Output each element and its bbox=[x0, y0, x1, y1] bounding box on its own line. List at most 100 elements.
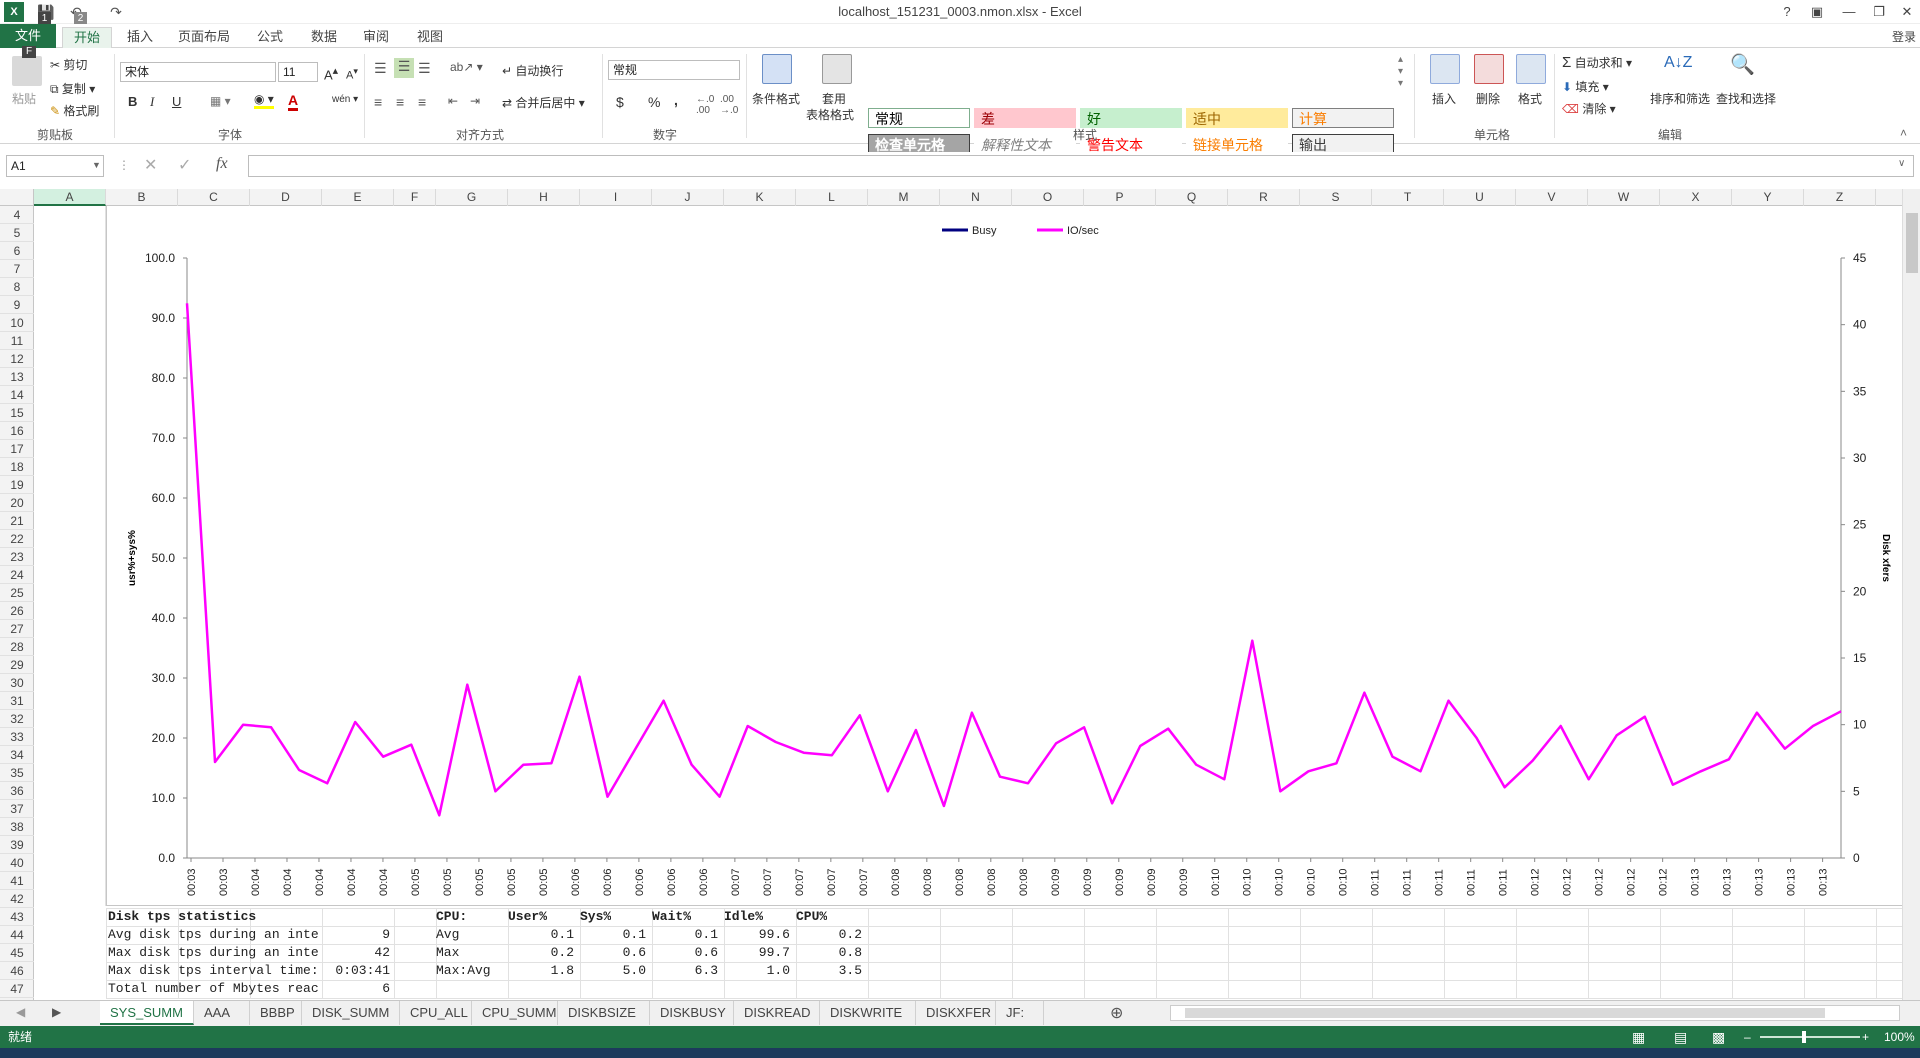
page-break-view-icon[interactable]: ▩ bbox=[1712, 1026, 1725, 1048]
column-header-S[interactable]: S bbox=[1300, 189, 1372, 206]
phonetic-icon[interactable]: wén ▾ bbox=[332, 94, 358, 105]
sheet-tab[interactable]: JF: ... bbox=[996, 1001, 1044, 1044]
sheet-tab[interactable]: DISKWRITE bbox=[820, 1001, 916, 1025]
table-format-line1[interactable]: 套用 bbox=[822, 90, 846, 107]
increase-indent-icon[interactable]: ⇥ bbox=[470, 94, 480, 108]
row-header-4[interactable]: 4 bbox=[0, 206, 34, 224]
column-header-G[interactable]: G bbox=[436, 189, 508, 206]
comma-button[interactable]: , bbox=[674, 92, 678, 108]
cpu-header-cell[interactable]: CPU% bbox=[796, 908, 827, 926]
column-header-P[interactable]: P bbox=[1084, 189, 1156, 206]
column-header-N[interactable]: N bbox=[940, 189, 1012, 206]
tab-view[interactable]: 视图 bbox=[410, 27, 450, 48]
row-header-42[interactable]: 42 bbox=[0, 890, 34, 908]
row-header-15[interactable]: 15 bbox=[0, 404, 34, 422]
row-header-35[interactable]: 35 bbox=[0, 764, 34, 782]
wrap-text-button[interactable]: ↵ 自动换行 bbox=[502, 62, 563, 79]
name-box[interactable]: A1 bbox=[6, 155, 104, 177]
column-header-Y[interactable]: Y bbox=[1732, 189, 1804, 206]
row-header-9[interactable]: 9 bbox=[0, 296, 34, 314]
column-header-C[interactable]: C bbox=[178, 189, 250, 206]
page-layout-view-icon[interactable]: ▤ bbox=[1674, 1026, 1687, 1048]
row-header-46[interactable]: 46 bbox=[0, 962, 34, 980]
cut-button[interactable]: ✂ 剪切 bbox=[50, 56, 87, 73]
row-header-5[interactable]: 5 bbox=[0, 224, 34, 242]
clear-button[interactable]: ⌫ 清除 ▾ bbox=[1562, 100, 1616, 117]
table-row-value[interactable]: 6 bbox=[322, 980, 390, 998]
table-row-value[interactable]: 0:03:41 bbox=[322, 962, 390, 980]
cell-style-8[interactable]: 链接单元格 bbox=[1186, 134, 1288, 154]
row-header-44[interactable]: 44 bbox=[0, 926, 34, 944]
gallery-scroll-icon[interactable]: ▴ ▾ ▾ bbox=[1398, 54, 1403, 90]
column-header-J[interactable]: J bbox=[652, 189, 724, 206]
horizontal-scrollbar[interactable] bbox=[1170, 1005, 1900, 1021]
cpu-cell[interactable]: 1.0 bbox=[722, 962, 790, 980]
paste-icon[interactable] bbox=[12, 56, 42, 86]
font-name-box[interactable]: 宋体 bbox=[120, 62, 276, 82]
column-header-U[interactable]: U bbox=[1444, 189, 1516, 206]
sheet-tab[interactable]: CPU_SUMM bbox=[472, 1001, 558, 1025]
tab-insert[interactable]: 插入 bbox=[120, 27, 160, 48]
vertical-scrollbar[interactable] bbox=[1902, 189, 1920, 1000]
insert-cells-icon[interactable] bbox=[1430, 54, 1460, 84]
table-row-label[interactable]: Max disk tps during an inte bbox=[108, 944, 320, 962]
row-header-12[interactable]: 12 bbox=[0, 350, 34, 368]
column-header-V[interactable]: V bbox=[1516, 189, 1588, 206]
column-header-I[interactable]: I bbox=[580, 189, 652, 206]
percent-button[interactable]: % bbox=[648, 94, 660, 110]
cell-style-9[interactable]: 输出 bbox=[1292, 134, 1394, 154]
align-bottom-icon[interactable]: ☰ bbox=[418, 60, 431, 77]
cell-style-2[interactable]: 好 bbox=[1080, 108, 1182, 128]
row-header-7[interactable]: 7 bbox=[0, 260, 34, 278]
minimize-icon[interactable]: — bbox=[1836, 2, 1862, 22]
cpu-cell[interactable]: 0.6 bbox=[578, 944, 646, 962]
row-header-28[interactable]: 28 bbox=[0, 638, 34, 656]
conditional-format-icon[interactable] bbox=[762, 54, 792, 84]
zoom-out-icon[interactable]: – bbox=[1744, 1026, 1751, 1048]
row-header-41[interactable]: 41 bbox=[0, 872, 34, 890]
decrease-decimal-icon[interactable]: .00 →.0 bbox=[720, 94, 738, 116]
row-header-25[interactable]: 25 bbox=[0, 584, 34, 602]
delete-cells-icon[interactable] bbox=[1474, 54, 1504, 84]
cell-style-0[interactable]: 常规 bbox=[868, 108, 970, 128]
table-row-label[interactable]: Avg disk tps during an inte bbox=[108, 926, 320, 944]
row-header-17[interactable]: 17 bbox=[0, 440, 34, 458]
align-top-icon[interactable]: ☰ bbox=[374, 60, 387, 77]
row-header-16[interactable]: 16 bbox=[0, 422, 34, 440]
login-link[interactable]: 登录 bbox=[1892, 28, 1916, 45]
italic-button[interactable]: I bbox=[150, 94, 154, 110]
close-icon[interactable]: ✕ bbox=[1894, 2, 1920, 22]
find-select-button[interactable]: 查找和选择 bbox=[1716, 90, 1776, 107]
cell-style-4[interactable]: 计算 bbox=[1292, 108, 1394, 128]
row-header-20[interactable]: 20 bbox=[0, 494, 34, 512]
row-header-32[interactable]: 32 bbox=[0, 710, 34, 728]
insert-function-icon[interactable]: fx bbox=[216, 155, 228, 173]
tab-review[interactable]: 审阅 bbox=[356, 27, 396, 48]
autosum-button[interactable]: Σ 自动求和 ▾ bbox=[1562, 54, 1632, 71]
align-middle-icon[interactable]: ☰ bbox=[394, 58, 414, 78]
row-header-23[interactable]: 23 bbox=[0, 548, 34, 566]
format-cells-icon[interactable] bbox=[1516, 54, 1546, 84]
zoom-level[interactable]: 100% bbox=[1884, 1026, 1915, 1048]
cpu-header-cell[interactable]: Sys% bbox=[580, 908, 611, 926]
orientation-icon[interactable]: ab↗ ▾ bbox=[450, 60, 483, 74]
row-header-37[interactable]: 37 bbox=[0, 800, 34, 818]
insert-cells-button[interactable]: 插入 bbox=[1432, 90, 1456, 107]
sheet-tab[interactable]: AAA bbox=[194, 1001, 250, 1025]
expand-formula-icon[interactable]: ∨ bbox=[1898, 158, 1905, 169]
sheet-tab[interactable]: DISKREAD bbox=[734, 1001, 820, 1025]
new-sheet-icon[interactable]: ⊕ bbox=[1110, 1003, 1123, 1023]
tab-file[interactable]: 文件 bbox=[0, 24, 56, 48]
table-row-label[interactable]: Total number of Mbytes reac bbox=[108, 980, 320, 998]
table-row-value[interactable] bbox=[322, 908, 390, 926]
row-header-8[interactable]: 8 bbox=[0, 278, 34, 296]
restore-icon[interactable]: ❐ bbox=[1866, 2, 1892, 22]
align-right-icon[interactable]: ≡ bbox=[418, 94, 426, 110]
column-header-A[interactable]: A bbox=[34, 189, 106, 206]
format-painter-button[interactable]: ✎ 格式刷 bbox=[50, 102, 99, 119]
horizontal-scroll-thumb[interactable] bbox=[1185, 1008, 1825, 1018]
cpu-cell[interactable]: Avg bbox=[436, 926, 459, 944]
column-header-M[interactable]: M bbox=[868, 189, 940, 206]
name-box-dropdown-icon[interactable]: ▼ bbox=[92, 160, 101, 170]
format-cells-button[interactable]: 格式 bbox=[1518, 90, 1542, 107]
